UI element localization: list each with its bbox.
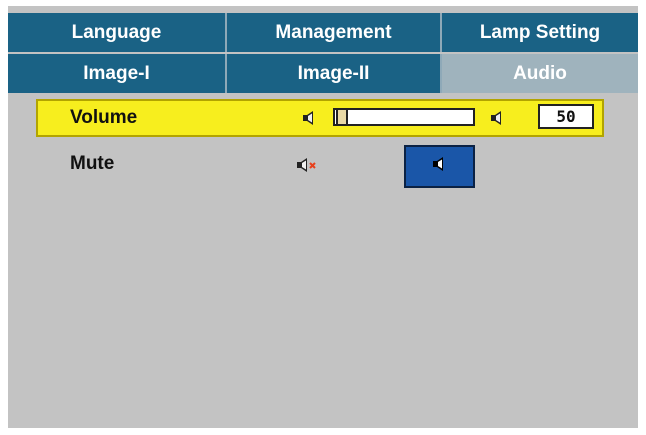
tab-language[interactable]: Language [8,13,227,52]
tab-lamp-setting[interactable]: Lamp Setting [442,13,638,52]
speaker-high-icon [490,110,506,126]
tab-audio[interactable]: Audio [442,54,638,93]
tab-management[interactable]: Management [227,13,442,52]
volume-label: Volume [70,107,138,128]
tab-image-ii[interactable]: Image-II [227,54,442,93]
tab-image-i[interactable]: Image-I [8,54,227,93]
speaker-icon [432,156,448,177]
mute-toggle-button[interactable] [404,145,475,188]
volume-slider-track[interactable] [333,108,475,126]
volume-value: 50 [538,104,594,129]
volume-slider-thumb[interactable] [336,108,348,126]
speaker-low-icon [302,110,318,126]
mute-label: Mute [70,153,115,174]
speaker-muted-icon [296,157,318,173]
